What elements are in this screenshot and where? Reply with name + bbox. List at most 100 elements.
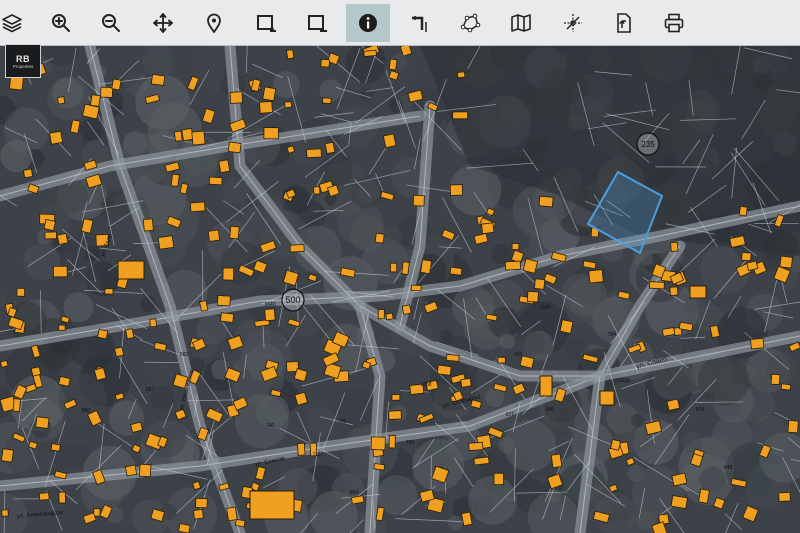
building xyxy=(227,141,242,154)
terrain-patch xyxy=(382,225,402,244)
select-rectangle-add-button[interactable] xyxy=(249,6,283,40)
building xyxy=(390,262,398,273)
logo-subtitle: Properties xyxy=(12,64,34,69)
building xyxy=(229,91,243,104)
building xyxy=(669,286,679,296)
zoom-out-icon xyxy=(102,14,120,32)
building xyxy=(738,205,748,217)
map-button[interactable] xyxy=(504,6,538,40)
coordinates-button[interactable] xyxy=(556,6,590,40)
building xyxy=(52,265,68,278)
building xyxy=(50,443,61,452)
building xyxy=(473,456,490,466)
building xyxy=(746,260,759,272)
building xyxy=(0,359,9,368)
parcel-label: 500 xyxy=(285,295,300,305)
building xyxy=(58,375,71,387)
map-icon xyxy=(511,14,531,32)
building xyxy=(57,96,66,105)
building xyxy=(388,410,402,421)
building xyxy=(114,346,125,358)
parcel-label: 854 xyxy=(350,490,359,496)
map-canvas[interactable]: 235500ул. Спасо...ул. Спасовул. Спасовск… xyxy=(0,46,800,533)
building xyxy=(142,218,154,232)
building xyxy=(286,49,295,60)
pan-icon xyxy=(153,13,173,33)
building xyxy=(124,464,138,477)
building xyxy=(449,184,464,196)
building xyxy=(234,518,246,528)
building xyxy=(12,398,21,412)
building xyxy=(111,78,122,91)
building xyxy=(43,218,56,232)
building xyxy=(436,364,452,376)
building xyxy=(778,491,791,502)
cadastral-map[interactable]: 235 500 ул. Спасо... ул. Спасов ул. Спасовск… xyxy=(0,46,800,533)
export-button[interactable] xyxy=(607,6,641,40)
layers-button[interactable] xyxy=(0,6,29,40)
building xyxy=(58,324,66,331)
building xyxy=(207,229,221,242)
terrain-patch xyxy=(447,515,463,531)
building xyxy=(377,308,385,320)
building xyxy=(391,394,401,401)
terrain-patch xyxy=(630,413,645,428)
parcel-label: 846 xyxy=(546,407,555,413)
building xyxy=(460,377,472,388)
info-button[interactable] xyxy=(346,4,390,42)
building xyxy=(420,259,433,275)
terrain-patch xyxy=(681,431,703,453)
building xyxy=(689,285,707,299)
building xyxy=(192,480,202,491)
building xyxy=(661,327,676,337)
building xyxy=(138,463,152,478)
parcel-label: 1640 xyxy=(264,302,275,308)
zoom-in-button[interactable] xyxy=(44,6,78,40)
building xyxy=(511,242,520,251)
select-rectangle-remove-button[interactable] xyxy=(300,6,334,40)
building xyxy=(322,97,332,104)
building xyxy=(189,201,206,213)
terrain-patch xyxy=(412,438,465,492)
terrain-patch xyxy=(498,436,515,454)
location-pin-button[interactable] xyxy=(197,6,231,40)
building xyxy=(0,448,14,463)
building xyxy=(219,312,235,324)
building xyxy=(229,225,240,240)
zoom-out-button[interactable] xyxy=(94,6,128,40)
building xyxy=(410,284,422,292)
select-rectangle-remove-icon xyxy=(308,15,327,32)
layers-icon xyxy=(2,14,22,33)
location-pin-icon xyxy=(207,13,221,34)
parcel-label: 785 xyxy=(406,440,415,446)
building xyxy=(89,94,101,107)
building xyxy=(104,288,114,295)
building xyxy=(374,232,385,244)
building xyxy=(504,260,521,271)
building xyxy=(249,490,295,520)
measure-polygon-button[interactable] xyxy=(453,6,487,40)
building xyxy=(385,312,394,321)
building xyxy=(181,127,194,142)
building xyxy=(97,328,109,340)
map-toolbar xyxy=(0,0,800,46)
building xyxy=(58,491,66,504)
parcel-label: 1658 xyxy=(420,382,431,388)
coordinates-icon xyxy=(564,14,582,32)
print-button[interactable] xyxy=(657,6,691,40)
building xyxy=(49,130,64,145)
building xyxy=(297,442,306,456)
building xyxy=(461,511,473,527)
building xyxy=(125,328,135,340)
building xyxy=(388,58,398,71)
terrain-patch xyxy=(640,252,653,266)
measure-distance-button[interactable] xyxy=(402,6,436,40)
parcel-label: 235 xyxy=(641,140,655,149)
pan-button[interactable] xyxy=(146,6,180,40)
parcel-label: 1137 xyxy=(313,452,324,458)
building xyxy=(263,127,279,140)
building xyxy=(538,195,554,208)
building xyxy=(226,506,238,522)
building xyxy=(493,472,504,486)
building xyxy=(170,173,180,187)
